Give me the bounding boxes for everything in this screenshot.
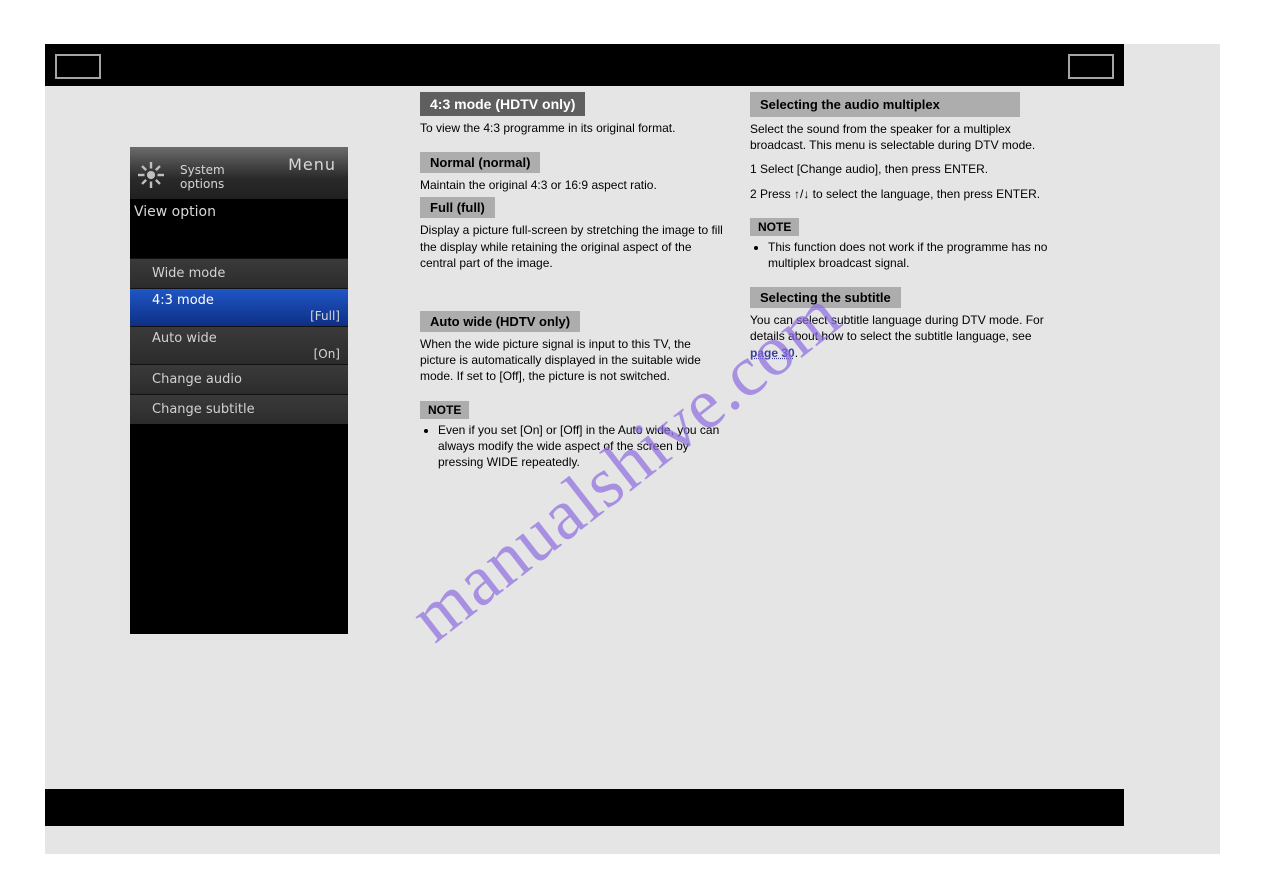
para: To view the 4:3 programme in its origina… xyxy=(420,120,730,136)
tv-item-auto-wide[interactable]: Auto wide [On] xyxy=(130,326,348,364)
tv-item-value: [Full] xyxy=(310,309,340,323)
bottom-black-bar xyxy=(45,789,1124,826)
para: Display a picture full-screen by stretch… xyxy=(420,222,730,271)
heading-audio-multiplex: Selecting the audio multiplex xyxy=(750,92,1020,117)
note-item: This function does not work if the progr… xyxy=(768,239,1060,271)
corner-box-left-icon xyxy=(55,54,101,79)
note-label: NOTE xyxy=(420,401,469,419)
tv-section-label-line2: options xyxy=(180,177,224,191)
heading-4-3-mode: 4:3 mode (HDTV only) xyxy=(420,92,585,116)
tv-section-label: System options xyxy=(180,163,225,191)
tv-item-change-audio[interactable]: Change audio xyxy=(130,364,348,394)
tv-item-change-subtitle[interactable]: Change subtitle xyxy=(130,394,348,424)
tv-item-4-3-mode[interactable]: 4:3 mode [Full] xyxy=(130,288,348,326)
step-2: 2 Press ↑/↓ to select the language, then… xyxy=(750,186,1060,202)
note-list: Even if you set [On] or [Off] in the Aut… xyxy=(420,422,730,471)
note-list: This function does not work if the progr… xyxy=(750,239,1060,271)
text-column-left: 4:3 mode (HDTV only) To view the 4:3 pro… xyxy=(420,92,730,470)
tv-item-label: 4:3 mode xyxy=(152,293,214,308)
heading-normal: Normal (normal) xyxy=(420,152,540,173)
tv-item-label: Auto wide xyxy=(152,331,217,346)
heading-full: Full (full) xyxy=(420,197,495,218)
tv-spacer xyxy=(130,220,348,258)
tv-item-value: [On] xyxy=(314,347,340,361)
heading-auto-wide: Auto wide (HDTV only) xyxy=(420,311,580,332)
tv-subsection-title: View option xyxy=(130,200,348,220)
text-column-right: Selecting the audio multiplex Select the… xyxy=(750,92,1060,361)
heading-subtitle: Selecting the subtitle xyxy=(750,287,901,308)
step-1: 1 Select [Change audio], then press ENTE… xyxy=(750,161,1060,177)
gear-icon xyxy=(138,162,164,188)
corner-box-right-icon xyxy=(1068,54,1114,79)
para: Maintain the original 4:3 or 16:9 aspect… xyxy=(420,177,730,193)
tv-section-label-line1: System xyxy=(180,163,225,177)
para: Select the sound from the speaker for a … xyxy=(750,121,1060,153)
document-page: System options Menu View option Wide mod… xyxy=(45,44,1220,854)
para-text: You can select subtitle language during … xyxy=(750,313,1044,343)
para: You can select subtitle language during … xyxy=(750,312,1060,361)
note-label: NOTE xyxy=(750,218,799,236)
tv-item-label: Change audio xyxy=(152,372,242,387)
tv-empty-area xyxy=(130,424,348,619)
tv-item-wide-mode[interactable]: Wide mode xyxy=(130,258,348,288)
tv-menu-title: Menu xyxy=(288,155,336,174)
note-item: Even if you set [On] or [Off] in the Aut… xyxy=(438,422,730,471)
tv-menu-header: System options Menu xyxy=(130,147,348,200)
tv-menu-screenshot: System options Menu View option Wide mod… xyxy=(130,147,348,634)
top-black-bar xyxy=(45,44,1124,86)
tv-item-label: Wide mode xyxy=(152,266,225,281)
page-xref[interactable]: page 30 xyxy=(750,346,795,360)
tv-item-label: Change subtitle xyxy=(152,402,255,417)
para: When the wide picture signal is input to… xyxy=(420,336,730,385)
